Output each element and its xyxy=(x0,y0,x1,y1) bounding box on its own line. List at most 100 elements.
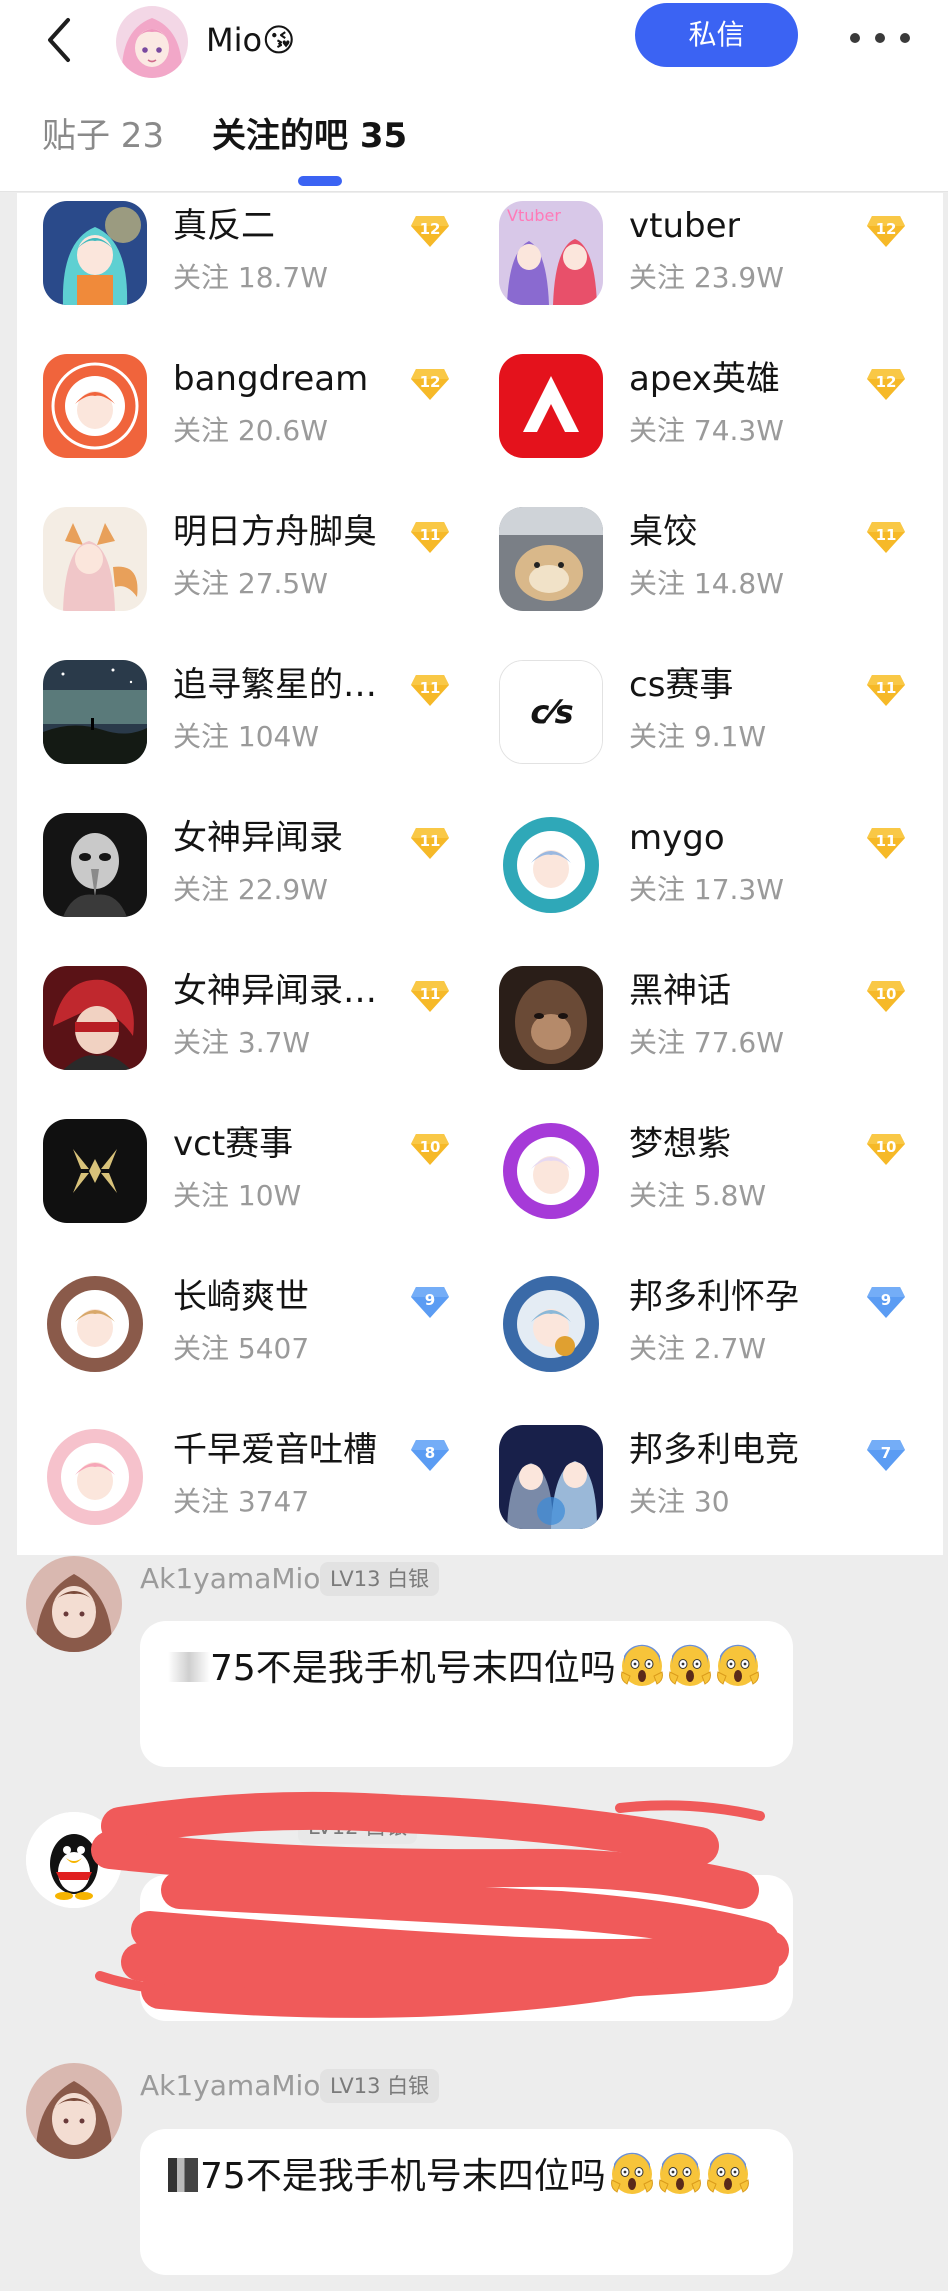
vct-logo-icon xyxy=(43,1119,147,1223)
forum-name: 桌饺 xyxy=(629,512,697,552)
forum-name: vtuber xyxy=(629,206,741,246)
forum-follower-count: 关注 74.3W xyxy=(629,414,784,447)
more-options-icon[interactable] xyxy=(850,30,910,46)
forum-item[interactable]: 梦想紫 关注 5.8W 10 xyxy=(473,1111,925,1231)
level-badge-icon: 9 xyxy=(410,1284,450,1320)
forum-item[interactable]: 长崎爽世 关注 5407 9 xyxy=(17,1264,469,1384)
level-badge: LV12 白银 xyxy=(298,1810,418,1844)
mygo-emblem-icon xyxy=(499,813,603,917)
level-badge: LV13 白银 xyxy=(320,2069,440,2103)
chat-username[interactable]: Ak1yamaMio xyxy=(140,2067,320,2105)
chat-avatar[interactable] xyxy=(26,2063,122,2159)
level-badge-icon: 7 xyxy=(866,1437,906,1473)
tab-followed-forums[interactable]: 关注的吧 35 xyxy=(212,112,407,160)
forum-follower-count: 关注 30 xyxy=(629,1485,730,1518)
monkey-king-icon xyxy=(499,966,603,1070)
forum-follower-count: 关注 23.9W xyxy=(629,261,784,294)
forum-follower-count: 关注 20.6W xyxy=(173,414,328,447)
message-bubble[interactable]: 75不是我手机号末四位吗 xyxy=(140,1621,793,1767)
forum-follower-count: 关注 3747 xyxy=(173,1485,310,1518)
forum-name: bangdream xyxy=(173,359,369,399)
forum-follower-count: 关注 18.7W xyxy=(173,261,328,294)
forum-item[interactable]: Vtuber vtuber 关注 23.9W 12 xyxy=(473,193,925,313)
forum-name: cs赛事 xyxy=(629,665,734,705)
forum-item[interactable]: vct赛事 关注 10W 10 xyxy=(17,1111,469,1231)
bangdream-icon xyxy=(43,354,147,458)
scream-emoji-icon xyxy=(668,1644,712,1688)
forum-item[interactable]: 邦多利电竞 关注 30 7 xyxy=(473,1417,925,1537)
forum-name: 邦多利电竞 xyxy=(629,1430,799,1470)
svg-text:Vtuber: Vtuber xyxy=(507,206,561,225)
fox-girl-icon xyxy=(43,507,147,611)
scream-emoji-icon xyxy=(610,2152,654,2196)
hamster-icon xyxy=(499,507,603,611)
cs-logo-icon: c⁄s xyxy=(499,660,603,764)
forum-name: apex英雄 xyxy=(629,359,780,399)
forum-name: 黑神话 xyxy=(629,971,731,1011)
forum-follower-count: 关注 17.3W xyxy=(629,873,784,906)
svg-text:c⁄s: c⁄s xyxy=(530,693,573,731)
forum-follower-count: 关注 22.9W xyxy=(173,873,328,906)
forum-item[interactable]: mygo 关注 17.3W 11 xyxy=(473,805,925,925)
forum-follower-count: 关注 3.7W xyxy=(173,1026,311,1059)
forum-item[interactable]: 黑神话 关注 77.6W 10 xyxy=(473,958,925,1078)
scream-emoji-icon xyxy=(706,2152,750,2196)
forum-item[interactable]: 明日方舟脚臭 关注 27.5W 11 xyxy=(17,499,469,619)
forum-item[interactable]: 女神异闻录… 关注 3.7W 11 xyxy=(17,958,469,1078)
forum-item[interactable]: 真反二 关注 18.7W 12 xyxy=(17,193,469,313)
forum-name: 女神异闻录 xyxy=(173,818,343,858)
level-badge-icon: 11 xyxy=(410,672,450,708)
forum-follower-count: 关注 14.8W xyxy=(629,567,784,600)
message-bubble[interactable]: 75不是我手机号末四位吗 xyxy=(140,2129,793,2275)
forum-item[interactable]: 千早爱音吐槽 关注 3747 8 xyxy=(17,1417,469,1537)
level-badge-icon: 11 xyxy=(410,519,450,555)
scream-emoji-icon xyxy=(620,1644,664,1688)
user-avatar[interactable] xyxy=(116,6,188,78)
forum-name: 千早爱音吐槽 xyxy=(173,1430,377,1470)
chat-avatar[interactable] xyxy=(26,1556,122,1652)
forum-item[interactable]: 追寻繁星的… 关注 104W 11 xyxy=(17,652,469,772)
followed-forums-list: 真反二 关注 18.7W 12 Vtuber vtuber 关注 23.9W 1… xyxy=(17,193,943,1555)
forum-item[interactable]: c⁄s cs赛事 关注 9.1W 11 xyxy=(473,652,925,772)
level-badge-icon: 11 xyxy=(866,672,906,708)
level-badge-icon: 12 xyxy=(866,213,906,249)
dm-button[interactable]: 私信 xyxy=(635,3,798,67)
forum-name: 邦多利怀孕 xyxy=(629,1277,799,1317)
forum-follower-count: 关注 5.8W xyxy=(629,1179,767,1212)
forum-name: vct赛事 xyxy=(173,1124,294,1164)
forum-item[interactable]: 邦多利怀孕 关注 2.7W 9 xyxy=(473,1264,925,1384)
level-badge-icon: 10 xyxy=(866,1131,906,1167)
back-arrow-icon[interactable] xyxy=(40,14,80,66)
message-bubble[interactable] xyxy=(140,1875,793,2021)
forum-follower-count: 关注 9.1W xyxy=(629,720,767,753)
level-badge-icon: 11 xyxy=(866,825,906,861)
forum-name: 女神异闻录… xyxy=(173,971,377,1011)
forum-follower-count: 关注 104W xyxy=(173,720,320,753)
forum-name: 真反二 xyxy=(173,206,275,246)
forum-name: mygo xyxy=(629,818,725,858)
profile-header: Mio😘 私信 贴子 23 关注的吧 35 xyxy=(0,0,948,192)
level-badge-icon: 8 xyxy=(410,1437,450,1473)
forum-follower-count: 关注 27.5W xyxy=(173,567,328,600)
forum-follower-count: 关注 10W xyxy=(173,1179,302,1212)
forum-item[interactable]: bangdream 关注 20.6W 12 xyxy=(17,346,469,466)
forum-item[interactable]: 女神异闻录 关注 22.9W 11 xyxy=(17,805,469,925)
scream-emoji-icon xyxy=(716,1644,760,1688)
qq-penguin-avatar-icon[interactable] xyxy=(26,1812,122,1908)
red-hair-character-icon xyxy=(43,966,147,1070)
level-badge-icon: 11 xyxy=(410,825,450,861)
forum-follower-count: 关注 5407 xyxy=(173,1332,310,1365)
level-badge-icon: 11 xyxy=(866,519,906,555)
masked-character-icon xyxy=(43,813,147,917)
tab-posts[interactable]: 贴子 23 xyxy=(42,112,164,160)
chat-username[interactable]: Ak1yamaMio xyxy=(140,1560,320,1598)
scream-emoji-icon xyxy=(658,2152,702,2196)
forum-name: 梦想紫 xyxy=(629,1124,731,1164)
apex-logo-icon xyxy=(499,354,603,458)
level-badge-icon: 12 xyxy=(410,213,450,249)
forum-item[interactable]: 桌饺 关注 14.8W 11 xyxy=(473,499,925,619)
forum-item[interactable]: apex英雄 关注 74.3W 12 xyxy=(473,346,925,466)
message-text: 75不是我手机号末四位吗 xyxy=(168,1643,768,1695)
vtuber-icon: Vtuber xyxy=(499,201,603,305)
forum-name: 长崎爽世 xyxy=(173,1277,309,1317)
